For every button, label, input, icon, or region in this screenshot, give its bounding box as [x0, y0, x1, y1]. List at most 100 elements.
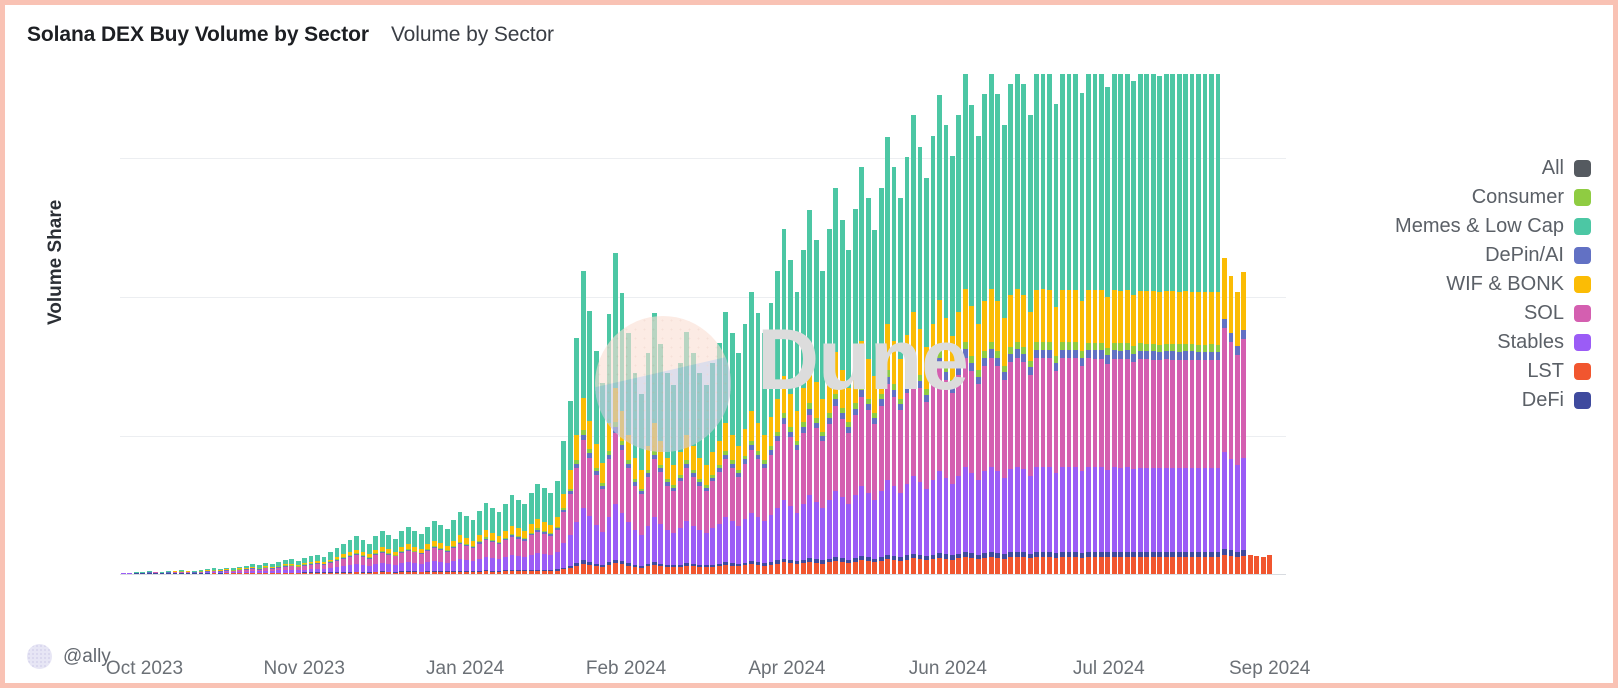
bar-column[interactable]	[302, 557, 307, 574]
bar-column[interactable]	[1098, 74, 1104, 574]
bar-column[interactable]	[736, 353, 741, 574]
bar-column[interactable]	[567, 400, 573, 574]
bar-column[interactable]	[930, 136, 936, 574]
bar-column[interactable]	[347, 539, 353, 574]
bar-column[interactable]	[470, 519, 476, 574]
bar-column[interactable]	[684, 331, 690, 574]
bar-column[interactable]	[807, 209, 813, 574]
bar-column[interactable]	[1060, 74, 1065, 574]
bar-column[interactable]	[781, 229, 787, 574]
bar-column[interactable]	[664, 373, 670, 574]
bar-column[interactable]	[898, 198, 903, 574]
legend-item-stables[interactable]: Stables	[1497, 331, 1591, 354]
bar-column[interactable]	[587, 311, 593, 574]
bar-column[interactable]	[1144, 74, 1150, 574]
bar-column[interactable]	[1215, 74, 1221, 574]
bar-column[interactable]	[289, 559, 295, 574]
bar-column[interactable]	[509, 495, 515, 574]
bar-column[interactable]	[315, 554, 320, 574]
bar-column[interactable]	[1047, 74, 1052, 574]
bar-column[interactable]	[392, 538, 398, 574]
bar-column[interactable]	[386, 535, 392, 574]
bar-column[interactable]	[1176, 74, 1182, 574]
bar-column[interactable]	[490, 507, 495, 574]
bar-column[interactable]	[723, 311, 729, 574]
bar-column[interactable]	[399, 531, 405, 574]
bar-column[interactable]	[366, 543, 372, 574]
bar-column[interactable]	[341, 543, 346, 574]
bar-column[interactable]	[373, 536, 379, 574]
bar-column[interactable]	[554, 480, 560, 574]
bar-column[interactable]	[632, 373, 638, 574]
bar-column[interactable]	[379, 531, 385, 574]
bar-column[interactable]	[969, 104, 975, 574]
bar-column[interactable]	[276, 561, 282, 574]
bar-column[interactable]	[1209, 74, 1214, 574]
bar-column[interactable]	[995, 94, 1001, 574]
bar-column[interactable]	[1105, 86, 1111, 574]
bar-column[interactable]	[1053, 104, 1059, 574]
legend-item-defi[interactable]: DeFi	[1522, 389, 1591, 412]
bar-column[interactable]	[1014, 74, 1020, 574]
bar-column[interactable]	[308, 555, 314, 574]
bar-column[interactable]	[263, 563, 269, 574]
bar-column[interactable]	[749, 291, 754, 574]
bar-column[interactable]	[1163, 74, 1169, 574]
bar-column[interactable]	[1131, 81, 1137, 574]
bar-column[interactable]	[1137, 74, 1143, 574]
bar-series-container[interactable]	[120, 73, 1286, 574]
bar-column[interactable]	[1196, 74, 1201, 574]
bar-column[interactable]	[1079, 93, 1085, 574]
bar-column[interactable]	[1124, 74, 1130, 574]
bar-column[interactable]	[775, 270, 780, 574]
bar-column[interactable]	[891, 167, 897, 574]
bar-column[interactable]	[282, 559, 288, 574]
bar-column[interactable]	[593, 351, 599, 574]
bar-column[interactable]	[1170, 73, 1176, 574]
bar-column[interactable]	[885, 136, 890, 574]
bar-column[interactable]	[1150, 74, 1156, 574]
legend-item-lst[interactable]: LST	[1527, 360, 1591, 383]
bar-column[interactable]	[418, 534, 424, 574]
bar-column[interactable]	[956, 114, 962, 574]
bar-column[interactable]	[1086, 74, 1091, 574]
bar-column[interactable]	[548, 493, 554, 574]
bar-column[interactable]	[859, 167, 865, 574]
bar-column[interactable]	[496, 511, 502, 574]
bar-column[interactable]	[794, 291, 800, 574]
bar-column[interactable]	[522, 504, 528, 574]
legend-item-sol[interactable]: SOL	[1524, 302, 1591, 325]
bar-column[interactable]	[865, 198, 871, 574]
bar-column[interactable]	[464, 516, 469, 574]
bar-column[interactable]	[515, 499, 521, 574]
bar-column[interactable]	[1073, 74, 1078, 574]
bar-column[interactable]	[1183, 73, 1188, 574]
bar-column[interactable]	[703, 385, 709, 574]
bar-column[interactable]	[451, 520, 456, 574]
bar-column[interactable]	[1202, 74, 1208, 574]
bar-column[interactable]	[541, 488, 547, 574]
bar-column[interactable]	[580, 271, 586, 574]
bar-column[interactable]	[690, 352, 696, 574]
bar-column[interactable]	[1189, 74, 1195, 574]
bar-column[interactable]	[1066, 74, 1072, 574]
bar-column[interactable]	[321, 556, 327, 574]
bar-column[interactable]	[652, 312, 657, 574]
bar-column[interactable]	[904, 156, 910, 574]
bar-column[interactable]	[943, 125, 949, 574]
bar-column[interactable]	[354, 536, 359, 574]
bar-column[interactable]	[988, 74, 994, 574]
bar-column[interactable]	[574, 338, 580, 574]
bar-column[interactable]	[639, 394, 644, 574]
legend-item-wif-bonk[interactable]: WIF & BONK	[1446, 273, 1591, 296]
bar-column[interactable]	[1267, 555, 1273, 574]
bar-column[interactable]	[328, 552, 333, 574]
bar-column[interactable]	[671, 385, 677, 574]
bar-column[interactable]	[360, 539, 366, 574]
bar-column[interactable]	[528, 492, 534, 574]
bar-column[interactable]	[561, 440, 567, 574]
bar-column[interactable]	[826, 229, 832, 574]
bar-column[interactable]	[1118, 74, 1124, 574]
bar-column[interactable]	[431, 521, 437, 574]
bar-column[interactable]	[911, 115, 916, 574]
